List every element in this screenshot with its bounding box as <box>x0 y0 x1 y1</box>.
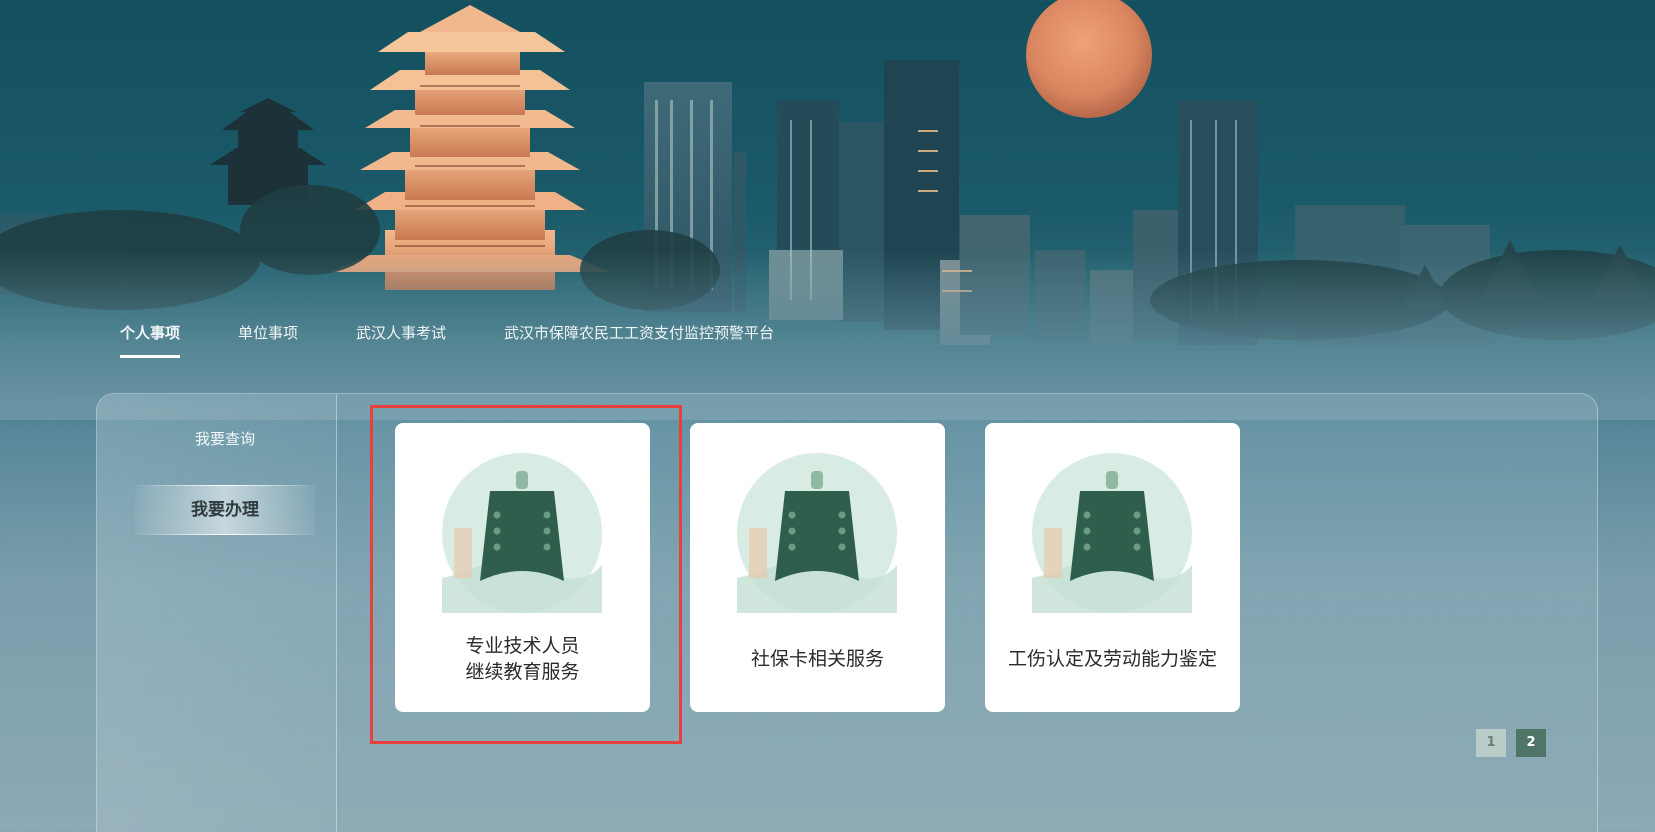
tab-migrant-wage-platform[interactable]: 武汉市保障农民工工资支付监控预警平台 <box>504 322 774 358</box>
page-button-2[interactable]: 2 <box>1516 729 1546 757</box>
tab-personal-matters[interactable]: 个人事项 <box>120 322 181 358</box>
card-label: 继续教育服务 <box>465 661 580 683</box>
service-card-social-security-card[interactable]: 社保卡相关服务 <box>690 423 945 712</box>
card-label: 社保卡相关服务 <box>750 648 884 670</box>
card-label: 专业技术人员 <box>465 635 580 657</box>
bronze-bell-icon <box>737 453 897 613</box>
card-label: 工伤认定及劳动能力鉴定 <box>1007 648 1217 670</box>
bronze-bell-icon <box>442 453 602 613</box>
bronze-bell-icon <box>1032 453 1192 613</box>
sidebar-item-handle[interactable]: 我要办理 <box>135 485 315 535</box>
moon <box>1026 0 1152 118</box>
top-nav: 个人事项 单位事项 武汉人事考试 武汉市保障农民工工资支付监控预警平台 <box>120 322 832 358</box>
tab-unit-matters[interactable]: 单位事项 <box>238 322 298 358</box>
sidebar: 我要查询 我要办理 <box>97 394 337 832</box>
service-card-continuing-education[interactable]: 专业技术人员 继续教育服务 <box>395 423 650 712</box>
page-button-1[interactable]: 1 <box>1476 729 1506 757</box>
service-card-work-injury[interactable]: 工伤认定及劳动能力鉴定 <box>985 423 1240 712</box>
tab-wuhan-personnel-exam[interactable]: 武汉人事考试 <box>356 322 446 358</box>
sidebar-item-query[interactable]: 我要查询 <box>135 414 315 464</box>
